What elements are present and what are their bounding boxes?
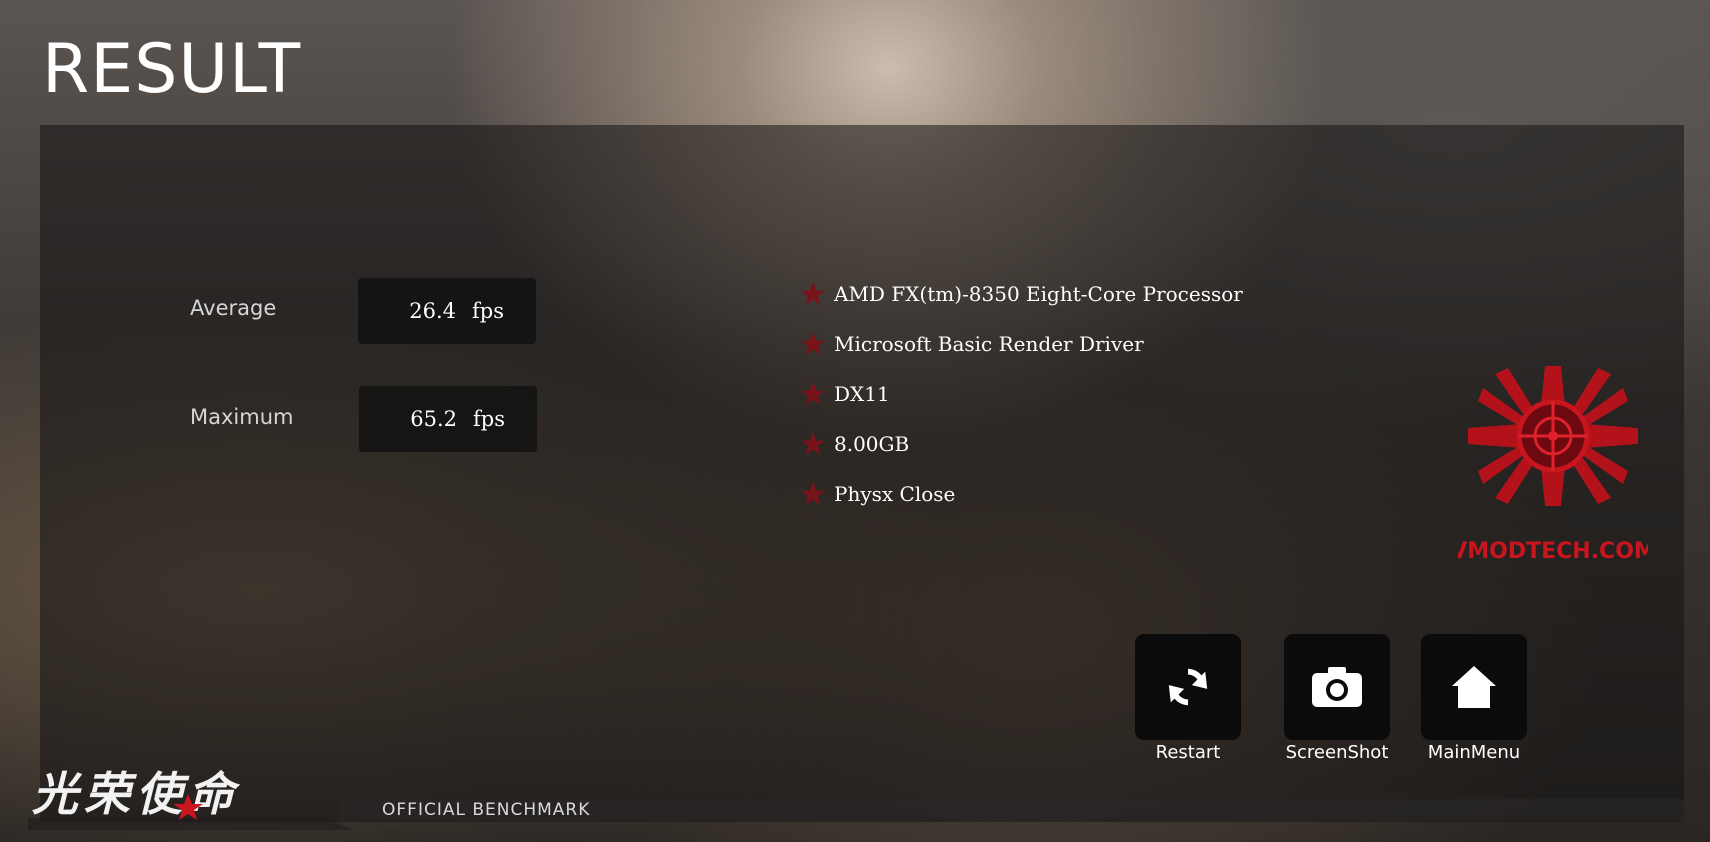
page-title: RESULT (42, 30, 302, 109)
mainmenu-button[interactable] (1421, 634, 1527, 740)
spec-text: Physx Close (834, 482, 956, 506)
spec-api: DX11 (800, 381, 890, 407)
restart-button[interactable] (1135, 634, 1241, 740)
star-icon (801, 282, 825, 305)
average-unit: fps (472, 299, 504, 323)
average-value: 26.4 (409, 299, 456, 323)
game-logo: 光荣使命 (28, 760, 363, 835)
spec-text: 8.00GB (834, 432, 910, 456)
maximum-value-box: 65.2 fps (359, 386, 537, 452)
star-icon (801, 332, 825, 355)
screenshot-label: ScreenShot (1285, 742, 1389, 763)
home-icon (1452, 666, 1496, 708)
spec-physx: Physx Close (800, 481, 955, 507)
spec-text: Microsoft Basic Render Driver (834, 332, 1144, 356)
vmodtech-logo: VMODTECH.COM (1450, 336, 1656, 570)
camera-icon (1312, 667, 1362, 707)
spec-text: DX11 (834, 382, 890, 406)
restart-label: Restart (1155, 742, 1221, 763)
mainmenu-label: MainMenu (1427, 742, 1521, 763)
star-icon (801, 482, 825, 505)
maximum-label: Maximum (190, 405, 294, 429)
maximum-value: 65.2 (410, 407, 457, 431)
star-icon (801, 382, 825, 405)
game-logo-text: 光荣使命 (32, 767, 241, 821)
spec-memory: 8.00GB (800, 431, 909, 457)
star-icon (801, 432, 825, 455)
vmodtech-emblem: VMODTECH.COM (1450, 366, 1656, 564)
screenshot-button[interactable] (1284, 634, 1390, 740)
maximum-unit: fps (473, 407, 505, 431)
spec-gpu: Microsoft Basic Render Driver (800, 331, 1144, 357)
spec-text: AMD FX(tm)-8350 Eight-Core Processor (834, 282, 1243, 306)
restart-icon (1168, 668, 1208, 706)
vmodtech-text: VMODTECH.COM (1458, 539, 1648, 564)
spec-cpu: AMD FX(tm)-8350 Eight-Core Processor (800, 281, 1243, 307)
average-value-box: 26.4 fps (358, 278, 536, 344)
official-benchmark-label: OFFICIAL BENCHMARK (382, 800, 591, 820)
average-label: Average (190, 296, 277, 320)
